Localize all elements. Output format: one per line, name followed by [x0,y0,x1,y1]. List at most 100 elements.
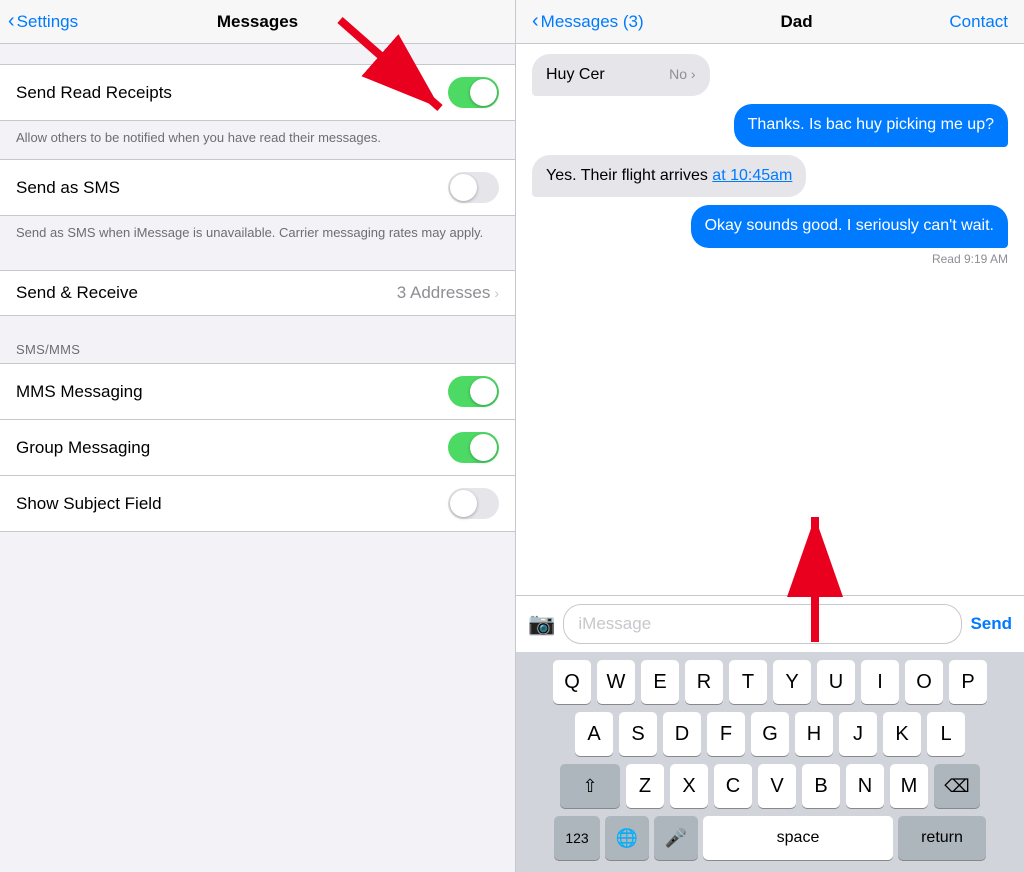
bubble-received-1: Yes. Their flight arrives at 10:45am [532,155,806,197]
key-o[interactable]: O [905,660,943,704]
message-input-area: 📷 iMessage Send [516,595,1024,652]
show-subject-field-toggle[interactable] [448,488,499,519]
key-t[interactable]: T [729,660,767,704]
key-z[interactable]: Z [626,764,664,808]
key-m[interactable]: M [890,764,928,808]
key-return[interactable]: return [898,816,986,860]
send-read-receipts-description: Allow others to be notified when you hav… [0,121,515,159]
mms-messaging-label: MMS Messaging [16,382,143,402]
key-mic[interactable]: 🎤 [654,816,698,860]
send-read-receipts-toggle[interactable] [448,77,499,108]
key-numbers[interactable]: 123 [554,816,600,860]
key-p[interactable]: P [949,660,987,704]
key-s[interactable]: S [619,712,657,756]
send-read-receipts-row[interactable]: Send Read Receipts [0,65,515,120]
key-shift[interactable]: ⇧ [560,764,620,808]
key-j[interactable]: J [839,712,877,756]
toggle-knob [470,79,497,106]
mms-messaging-toggle[interactable] [448,376,499,407]
back-label[interactable]: Settings [17,12,78,32]
bubble-text: Okay sounds good. I seriously can't wait… [705,217,994,234]
send-button[interactable]: Send [970,614,1012,634]
key-f[interactable]: F [707,712,745,756]
read-receipts-toggle-container [448,77,499,108]
key-b[interactable]: B [802,764,840,808]
show-subject-field-row[interactable]: Show Subject Field [0,476,515,531]
back-chevron-icon: ‹ [532,10,539,33]
toggle-knob [470,434,497,461]
key-x[interactable]: X [670,764,708,808]
keyboard-row-2: A S D F G H J K L [520,712,1020,756]
send-receive-group: Send & Receive 3 Addresses › [0,270,515,316]
key-globe[interactable]: 🌐 [605,816,649,860]
mms-messaging-row[interactable]: MMS Messaging [0,364,515,420]
settings-back-button[interactable]: ‹ Settings [8,10,78,33]
settings-content: Send Read Receipts Allow others to be no… [0,44,515,872]
send-read-receipts-group: Send Read Receipts [0,64,515,121]
messages-back-button[interactable]: ‹ Messages (3) [532,10,644,33]
back-chevron-icon: ‹ [8,10,15,33]
key-v[interactable]: V [758,764,796,808]
key-r[interactable]: R [685,660,723,704]
key-n[interactable]: N [846,764,884,808]
key-q[interactable]: Q [553,660,591,704]
send-as-sms-description: Send as SMS when iMessage is unavailable… [0,216,515,254]
send-receive-addresses: 3 Addresses [397,283,491,303]
send-receive-chevron-icon: › [494,285,499,301]
key-c[interactable]: C [714,764,752,808]
contact-button[interactable]: Contact [949,12,1008,32]
key-u[interactable]: U [817,660,855,704]
key-d[interactable]: D [663,712,701,756]
sms-mms-group: MMS Messaging Group Messaging Show Subje… [0,363,515,532]
group-messaging-row[interactable]: Group Messaging [0,420,515,476]
send-as-sms-toggle[interactable] [448,172,499,203]
send-read-receipts-label: Send Read Receipts [16,83,172,103]
messages-body: Huy Cer No › Thanks. Is bac huy picking … [516,44,1024,595]
messages-back-label[interactable]: Messages (3) [541,12,644,32]
send-as-sms-label: Send as SMS [16,178,120,198]
message-link[interactable]: at 10:45am [712,167,792,184]
camera-icon[interactable]: 📷 [528,611,555,637]
key-g[interactable]: G [751,712,789,756]
send-receive-row[interactable]: Send & Receive 3 Addresses › [0,271,515,315]
send-receive-label: Send & Receive [16,283,138,303]
bubble-text: Thanks. Is bac huy picking me up? [748,116,994,133]
sms-section-label: SMS/MMS [0,336,515,363]
toggle-knob [450,174,477,201]
key-e[interactable]: E [641,660,679,704]
toggle-knob [450,490,477,517]
show-subject-field-label: Show Subject Field [16,494,162,514]
key-i[interactable]: I [861,660,899,704]
key-a[interactable]: A [575,712,613,756]
bubble-text: Huy Cer [546,66,605,83]
message-input-field[interactable]: iMessage [563,604,962,644]
key-delete[interactable]: ⌫ [934,764,980,808]
key-h[interactable]: H [795,712,833,756]
keyboard-row-3: ⇧ Z X C V B N M ⌫ [520,764,1020,808]
messages-contact-name: Dad [780,12,812,32]
key-space[interactable]: space [703,816,893,860]
keyboard-row-1: Q W E R T Y U I O P [520,660,1020,704]
bubble-sent-2: Okay sounds good. I seriously can't wait… [691,205,1008,247]
bubble-text: Yes. Their flight arrives at 10:45am [546,167,792,184]
messages-header: ‹ Messages (3) Dad Contact [516,0,1024,44]
key-k[interactable]: K [883,712,921,756]
toggle-knob [470,378,497,405]
keyboard: Q W E R T Y U I O P A S D F G H J K [516,652,1024,872]
key-l[interactable]: L [927,712,965,756]
key-w[interactable]: W [597,660,635,704]
send-as-sms-row[interactable]: Send as SMS [0,160,515,215]
key-y[interactable]: Y [773,660,811,704]
settings-header: ‹ Settings Messages [0,0,515,44]
bubble-received-partial: Huy Cer No › [532,54,710,96]
bubble-text: No › [669,66,695,82]
read-receipt: Read 9:19 AM [932,252,1008,266]
group-messaging-label: Group Messaging [16,438,150,458]
spacer [0,316,515,336]
input-placeholder: iMessage [578,614,651,633]
send-receive-value: 3 Addresses › [397,283,499,303]
keyboard-row-4: 123 🌐 🎤 space return [520,816,1020,860]
send-as-sms-group: Send as SMS [0,159,515,216]
settings-title: Messages [217,12,298,32]
group-messaging-toggle[interactable] [448,432,499,463]
